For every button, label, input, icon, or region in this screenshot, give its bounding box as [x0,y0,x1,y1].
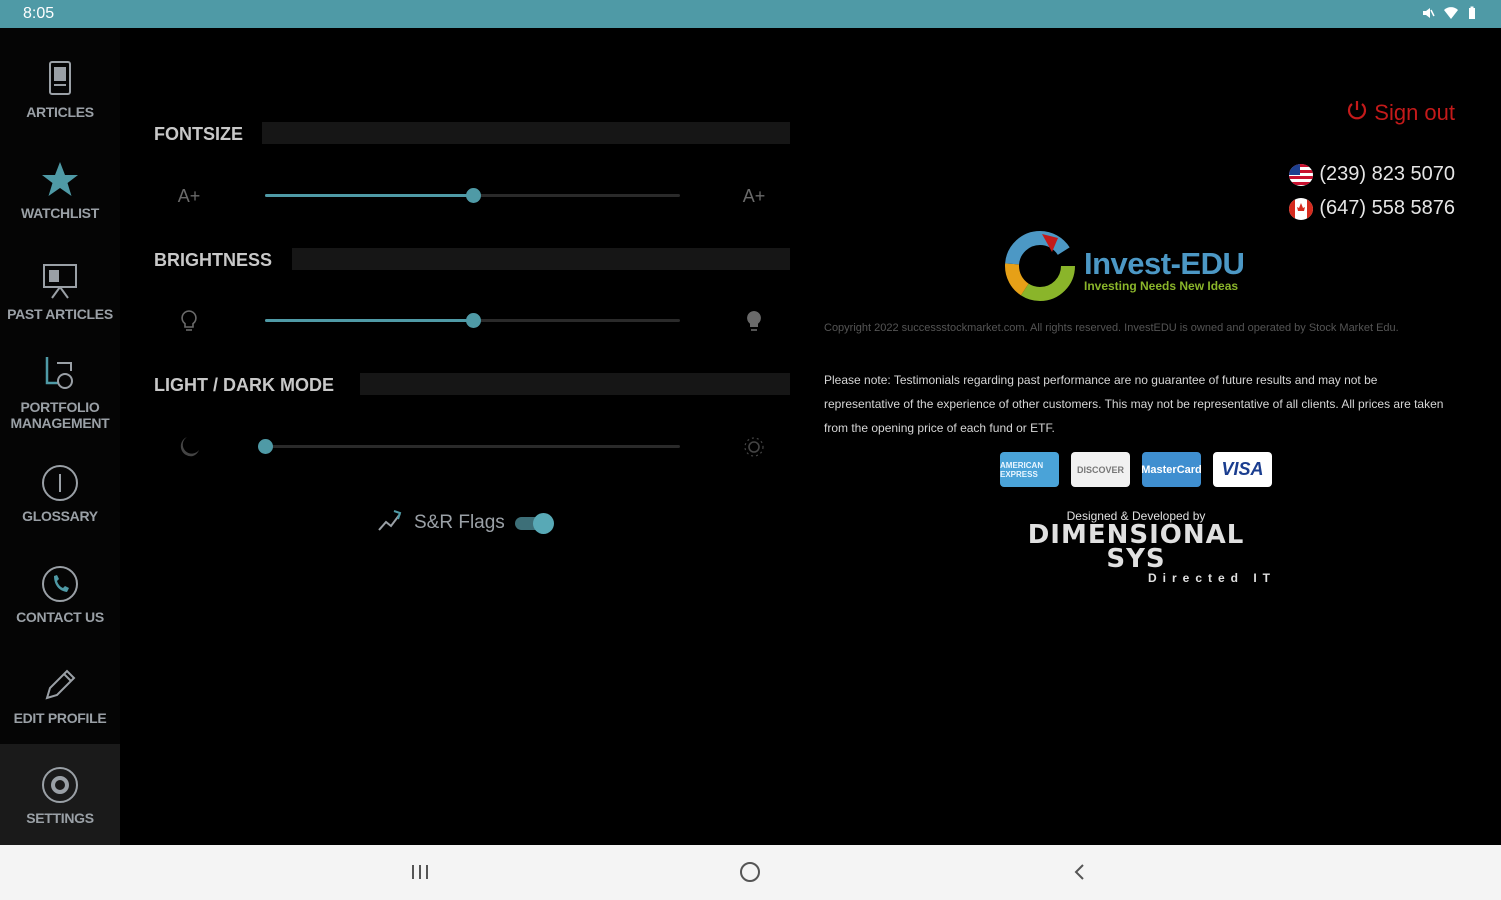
sidebar-item-contact-us[interactable]: CONTACT US [0,543,120,644]
info-icon [42,464,78,501]
invest-edu-logo: Invest-EDU Investing Needs New Ideas [1002,226,1282,306]
articles-icon [49,60,71,95]
gear-icon [42,766,78,803]
wifi-icon [1443,6,1459,23]
mode-title: LIGHT / DARK MODE [154,375,334,395]
status-time: 8:05 [23,5,55,22]
visa-card-icon: VISA [1213,452,1272,487]
battery-icon [1467,6,1477,23]
fontsize-title: FONTSIZE [154,124,243,144]
phone-ca-number: (647) 558 5876 [1319,197,1455,219]
portfolio-icon [45,356,73,389]
section-divider [292,248,790,270]
brand-tagline: Investing Needs New Ideas [1084,279,1239,293]
fontsize-slider-row: A+ A+ [150,175,790,215]
brand-name: Invest-EDU [1084,246,1245,281]
sidebar-item-label: ARTICLES [26,103,94,120]
copyright-text: Copyright 2022 successstockmarket.com. A… [824,322,1399,334]
font-increase-icon[interactable]: A+ [741,183,767,209]
toggle-knob [532,513,554,534]
sidebar-item-label: CONTACT US [16,608,104,625]
phone-us-number: (239) 823 5070 [1319,163,1455,185]
sidebar-nav: ARTICLES WATCHLIST PAST ARTICLES PORTFOL… [0,28,120,845]
sidebar-item-edit-profile[interactable]: EDIT PROFILE [0,644,120,745]
sr-flags-toggle[interactable] [514,513,554,534]
sidebar-item-label: SETTINGS [26,809,94,826]
developer-name: DIMENSIONAL SYS [1027,520,1245,574]
sidebar-item-watchlist[interactable]: WATCHLIST [0,139,120,240]
sun-icon [741,434,767,460]
system-icons [1421,6,1477,23]
recents-icon [412,865,428,879]
slider-thumb[interactable] [465,313,481,328]
bulb-off-icon [176,308,202,334]
home-button[interactable] [730,857,770,887]
status-bar: 8:05 [0,0,1501,28]
logo-ring-icon [1005,231,1075,301]
section-divider [360,373,790,395]
phone-ca[interactable]: (647) 558 5876 [1289,197,1455,220]
amex-card-icon: AMERICAN EXPRESS [1000,452,1059,487]
chart-flag-icon [376,508,404,539]
power-icon [1346,99,1368,127]
disclaimer-text: Please note: Testimonials regarding past… [824,373,1444,435]
back-icon [1074,864,1084,880]
fontsize-slider[interactable] [265,188,680,203]
sidebar-item-label: WATCHLIST [21,204,99,221]
sidebar-item-label: PORTFOLIO MANAGEMENT [10,398,110,431]
developer-credit: Designed & Developed by DIMENSIONAL SYS … [996,509,1276,585]
payment-cards: AMERICAN EXPRESS DISCOVER MasterCard VIS… [1000,452,1272,487]
sidebar-item-portfolio-management[interactable]: PORTFOLIO MANAGEMENT [0,341,120,442]
slider-thumb[interactable] [465,188,481,203]
slider-fill [265,319,473,322]
sidebar-item-settings[interactable]: SETTINGS [0,744,120,845]
sr-flags-row: S&R Flags [376,506,554,540]
sidebar-item-label: PAST ARTICLES [7,305,113,322]
us-flag-icon [1289,163,1314,186]
brightness-slider[interactable] [265,313,680,328]
section-divider [262,122,790,144]
back-button[interactable] [1060,857,1100,887]
recent-apps-button[interactable] [400,857,440,887]
brightness-title: BRIGHTNESS [154,250,273,270]
system-nav-bar [0,845,1501,900]
slider-fill [265,194,473,197]
presentation-icon [43,263,77,299]
phone-us[interactable]: (239) 823 5070 [1289,163,1455,186]
sidebar-item-label: GLOSSARY [22,507,98,524]
sidebar-item-articles[interactable]: ARTICLES [0,38,120,139]
mute-icon [1421,6,1435,23]
sign-out-label: Sign out [1374,100,1455,125]
mastercard-card-icon: MasterCard [1141,452,1202,487]
sign-out-button[interactable]: Sign out [1346,99,1455,127]
font-decrease-icon[interactable]: A+ [176,183,202,209]
mode-slider[interactable] [258,439,680,454]
star-icon [42,161,78,196]
sidebar-item-glossary[interactable]: GLOSSARY [0,442,120,543]
discover-card-icon: DISCOVER [1071,452,1130,487]
sidebar-item-label: EDIT PROFILE [13,709,107,726]
sr-flags-label: S&R Flags [414,512,505,533]
mode-slider-row [150,426,790,466]
pencil-icon [45,669,76,699]
brightness-slider-row [150,300,790,340]
home-icon [740,862,760,882]
moon-icon [176,434,202,460]
phone-icon [42,565,78,602]
sidebar-item-past-articles[interactable]: PAST ARTICLES [0,240,120,341]
bulb-on-icon [741,308,767,334]
canada-flag-icon [1289,197,1314,220]
slider-thumb[interactable] [258,439,273,454]
